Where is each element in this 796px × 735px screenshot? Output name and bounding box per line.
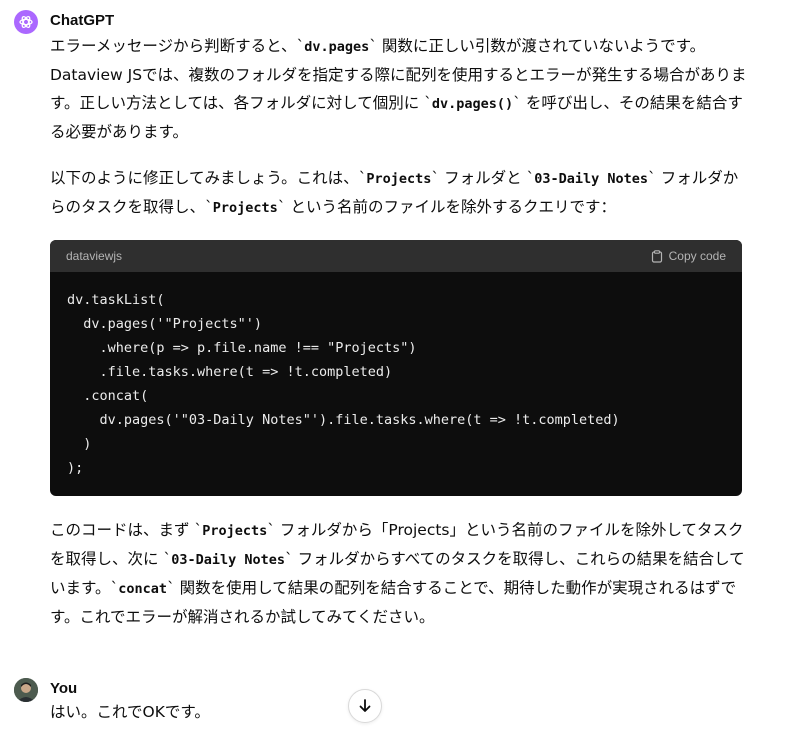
code-line: dv.pages('"03-Daily Notes"').file.tasks.… <box>67 412 620 428</box>
clipboard-icon <box>651 249 662 263</box>
code-line: .where(p => p.file.name !== "Projects") <box>67 340 417 356</box>
code-line: ); <box>67 460 84 476</box>
user-name: You <box>50 680 78 697</box>
code-content: dv.taskList( dv.pages('"Projects"') .whe… <box>50 272 742 496</box>
inline-code: 03-Daily Notes <box>171 552 285 568</box>
copy-code-button[interactable]: Copy code <box>651 249 726 263</box>
code-block: dataviewjs Copy code dv.taskList( dv.pag… <box>50 240 742 496</box>
scroll-down-button[interactable] <box>348 689 382 723</box>
code-language-label: dataviewjs <box>66 249 123 263</box>
code-line: .concat( <box>67 388 149 404</box>
chatgpt-avatar-icon <box>14 10 38 34</box>
code-line: dv.pages('"Projects"') <box>67 316 263 332</box>
code-line: dv.taskList( <box>67 292 165 308</box>
copy-code-label: Copy code <box>668 249 726 263</box>
inline-code: dv.pages() <box>431 96 514 112</box>
inline-code: Projects <box>202 523 268 539</box>
code-line: ) <box>67 436 92 452</box>
user-message: You はい。これでOKです。 <box>14 678 754 728</box>
inline-code: dv.pages <box>304 39 370 55</box>
inline-code: Projects <box>212 200 278 216</box>
user-avatar <box>14 678 38 702</box>
assistant-name: ChatGPT <box>50 12 115 29</box>
code-block-header: dataviewjs Copy code <box>50 240 742 272</box>
code-line: .file.tasks.where(t => !t.completed) <box>67 364 393 380</box>
inline-code: Projects <box>366 171 432 187</box>
assistant-paragraph-3: このコードは、まず `Projects` フォルダから「Projects」という… <box>50 521 745 626</box>
user-message-text: はい。これでOKです。 <box>50 703 210 721</box>
inline-code: 03-Daily Notes <box>534 171 649 187</box>
assistant-paragraph-1: エラーメッセージから判断すると、`dv.pages` 関数に正しい引数が渡されて… <box>50 37 747 141</box>
assistant-paragraph-2: 以下のように修正してみましょう。これは、`Projects` フォルダと `03… <box>50 169 739 216</box>
arrow-down-icon <box>359 699 371 712</box>
inline-code: concat <box>118 581 167 597</box>
